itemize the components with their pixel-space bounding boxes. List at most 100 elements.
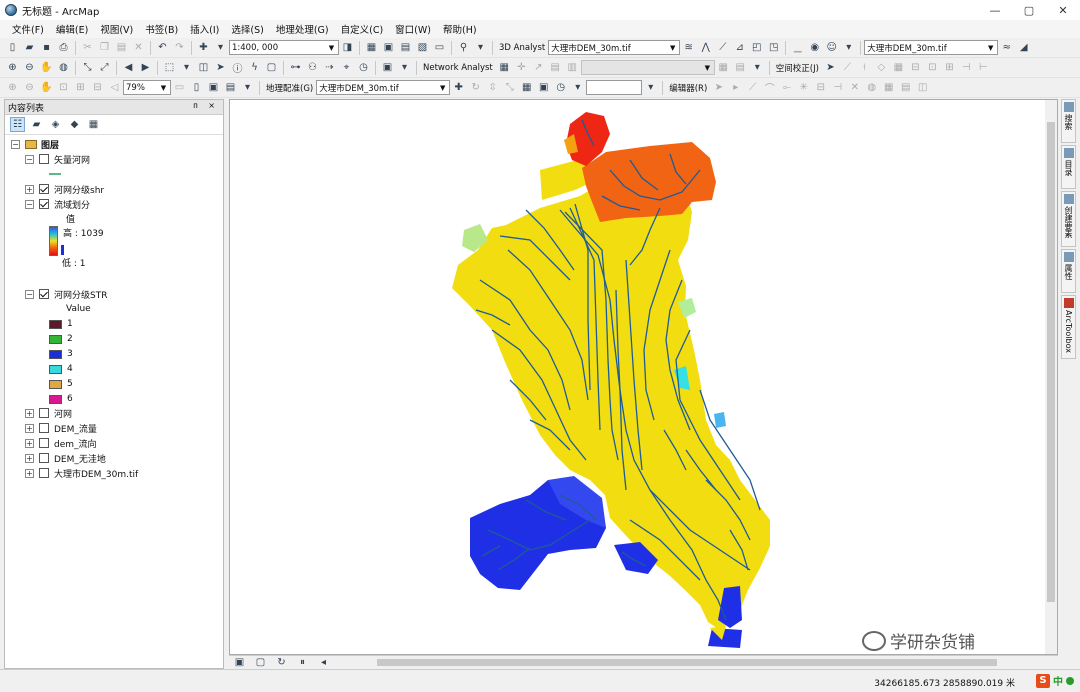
link-table-icon[interactable]: ▦ xyxy=(519,80,534,95)
measure-icon[interactable]: ⊶ xyxy=(288,60,303,75)
endpoint-arc-icon[interactable]: ⌒ xyxy=(762,80,777,95)
python-window-icon[interactable]: ▭ xyxy=(432,40,447,55)
preview-window-icon[interactable]: ⊢ xyxy=(976,60,991,75)
data-driven-pages-icon[interactable]: ▤ xyxy=(223,80,238,95)
dropdown-arrow-icon[interactable]: ▾ xyxy=(179,60,194,75)
triangle-icon[interactable]: ◢ xyxy=(1016,40,1031,55)
3d-layer-combo[interactable]: 大理市DEM_30m.tif ▼ xyxy=(548,40,681,55)
edit-tool-icon[interactable]: ➤ xyxy=(711,80,726,95)
layer-shr[interactable]: + 河网分级shr xyxy=(25,182,104,196)
editor-toolbar-icon[interactable]: ◨ xyxy=(340,40,355,55)
go-back-extent-icon[interactable]: ◁ xyxy=(107,80,122,95)
model-builder-icon[interactable]: ⚲ xyxy=(456,40,471,55)
expand-icon[interactable]: + xyxy=(25,184,34,194)
search-window-icon[interactable]: ▤ xyxy=(398,40,413,55)
layer-str[interactable]: − 河网分级STR xyxy=(25,287,107,301)
scrollbar-thumb[interactable] xyxy=(377,659,997,666)
layer-river[interactable]: + 河网 xyxy=(25,406,72,420)
cut-icon[interactable]: ✂ xyxy=(80,40,95,55)
geocode-icon[interactable]: ☺ xyxy=(824,40,839,55)
minimize-button[interactable]: — xyxy=(978,0,1012,20)
collapse-icon[interactable]: − xyxy=(25,199,34,209)
create-viewer-icon[interactable]: ▣ xyxy=(380,60,395,75)
na-window-icon[interactable]: ▦ xyxy=(497,60,512,75)
map-horizontal-scrollbar[interactable]: ▣ ▢ ↻ ⏸ ◂ xyxy=(229,655,1058,668)
zoom-in-icon[interactable]: ⊕ xyxy=(5,60,20,75)
arcscene-icon[interactable]: ◰ xyxy=(749,40,764,55)
layer-dem-source[interactable]: + 大理市DEM_30m.tif xyxy=(25,466,138,480)
layers-root[interactable]: − 图层 xyxy=(11,137,59,151)
dropdown-arrow-icon[interactable]: ▾ xyxy=(750,60,765,75)
layer-basin[interactable]: − 流域划分 xyxy=(25,197,90,211)
shift-icon[interactable]: ⇳ xyxy=(485,80,500,95)
layout-pan-icon[interactable]: ✋ xyxy=(39,80,54,95)
dropdown-arrow-icon[interactable]: ▾ xyxy=(643,80,658,95)
ime-indicator[interactable]: S 中 xyxy=(1036,673,1074,688)
fixed-zoom-out-icon[interactable]: ⤢ xyxy=(97,60,112,75)
layout-view-icon[interactable]: ▢ xyxy=(253,655,268,670)
layer-combo-right[interactable]: 大理市DEM_30m.tif ▼ xyxy=(864,40,999,55)
steepest-path-icon[interactable]: ⋀ xyxy=(698,40,713,55)
copy-icon[interactable]: ❐ xyxy=(97,40,112,55)
fixed-zoom-in-icon[interactable]: ⤡ xyxy=(80,60,95,75)
scale-tool-icon[interactable]: ⤡ xyxy=(502,80,517,95)
change-layout-icon[interactable]: ▣ xyxy=(206,80,221,95)
expand-icon[interactable]: + xyxy=(25,423,34,433)
trace-icon[interactable]: ⟜ xyxy=(779,80,794,95)
network-layer-combo[interactable]: ▼ xyxy=(580,60,715,75)
redo-icon[interactable]: ↷ xyxy=(172,40,187,55)
select-elements-icon[interactable]: ➤ xyxy=(213,60,228,75)
clear-selection-icon[interactable]: ◫ xyxy=(196,60,211,75)
georeferencing-menu[interactable]: 地理配准(G) xyxy=(263,82,316,94)
menu-geoprocessing[interactable]: 地理处理(G) xyxy=(270,22,335,36)
dropdown-arrow-icon[interactable]: ▾ xyxy=(397,60,412,75)
menu-view[interactable]: 视图(V) xyxy=(94,22,139,36)
layer-checkbox[interactable] xyxy=(39,184,49,194)
options-icon[interactable]: ▦ xyxy=(86,117,101,132)
select-features-icon[interactable]: ⬚ xyxy=(162,60,177,75)
find-icon[interactable]: ⚇ xyxy=(305,60,320,75)
layer-dem-flow[interactable]: + DEM_流量 xyxy=(25,421,97,435)
layout-zoom-in-icon[interactable]: ⊕ xyxy=(5,80,20,95)
delete-icon[interactable]: ✕ xyxy=(131,40,146,55)
map-vertical-scrollbar[interactable] xyxy=(1045,100,1057,654)
layer-checkbox[interactable] xyxy=(39,453,49,463)
point-icon[interactable]: ✳ xyxy=(796,80,811,95)
select-arrow-icon[interactable]: ➤ xyxy=(823,60,838,75)
focus-data-frame-icon[interactable]: ▯ xyxy=(189,80,204,95)
arcglobe-icon[interactable]: ◳ xyxy=(766,40,781,55)
3d-analyst-menu[interactable]: 3D Analyst xyxy=(496,43,548,53)
edit-annotation-icon[interactable]: ▸ xyxy=(728,80,743,95)
catalog-window-icon[interactable]: ▣ xyxy=(381,40,396,55)
expand-icon[interactable]: + xyxy=(25,408,34,418)
menu-windows[interactable]: 窗口(W) xyxy=(389,22,437,36)
zoom-out-icon[interactable]: ⊖ xyxy=(22,60,37,75)
list-by-drawing-order-icon[interactable]: ☷ xyxy=(10,117,25,132)
search-tab[interactable]: 搜索 xyxy=(1061,99,1076,143)
zoom-100-icon[interactable]: ⊞ xyxy=(73,80,88,95)
map-display[interactable] xyxy=(229,99,1058,655)
list-by-visibility-icon[interactable]: ◈ xyxy=(48,117,63,132)
layer-dem-direction[interactable]: + dem_流向 xyxy=(25,436,97,450)
straight-segment-icon[interactable]: ⟋ xyxy=(745,80,760,95)
list-by-source-icon[interactable]: ▰ xyxy=(29,117,44,132)
menu-help[interactable]: 帮助(H) xyxy=(437,22,483,36)
limited-adjust-icon[interactable]: ⊡ xyxy=(925,60,940,75)
layer-dem-fill[interactable]: + DEM_无洼地 xyxy=(25,451,106,465)
fixed-zoom-layout-icon[interactable]: ⊟ xyxy=(90,80,105,95)
list-by-selection-icon[interactable]: ◆ xyxy=(67,117,82,132)
pause-drawing-icon[interactable]: ⏸ xyxy=(295,655,310,670)
dropdown-arrow-icon[interactable]: ▾ xyxy=(841,40,856,55)
attributes-tab[interactable]: 属性 xyxy=(1061,249,1076,293)
dropdown-arrow-icon[interactable]: ▾ xyxy=(570,80,585,95)
create-features-tab[interactable]: 创建要素 xyxy=(1061,191,1076,247)
edge-snap-icon[interactable]: ⊞ xyxy=(942,60,957,75)
contour-icon[interactable]: ≋ xyxy=(681,40,696,55)
go-to-xy-icon[interactable]: ⌖ xyxy=(339,60,354,75)
pan-hand-icon[interactable]: ✋ xyxy=(39,60,54,75)
layer-vector-river[interactable]: − 矢量河网 xyxy=(25,152,90,166)
layout-zoom-out-icon[interactable]: ⊖ xyxy=(22,80,37,95)
save-icon[interactable]: ▪ xyxy=(39,40,54,55)
rotate-icon[interactable]: ↻ xyxy=(468,80,483,95)
create-features-icon[interactable]: ◫ xyxy=(915,80,930,95)
